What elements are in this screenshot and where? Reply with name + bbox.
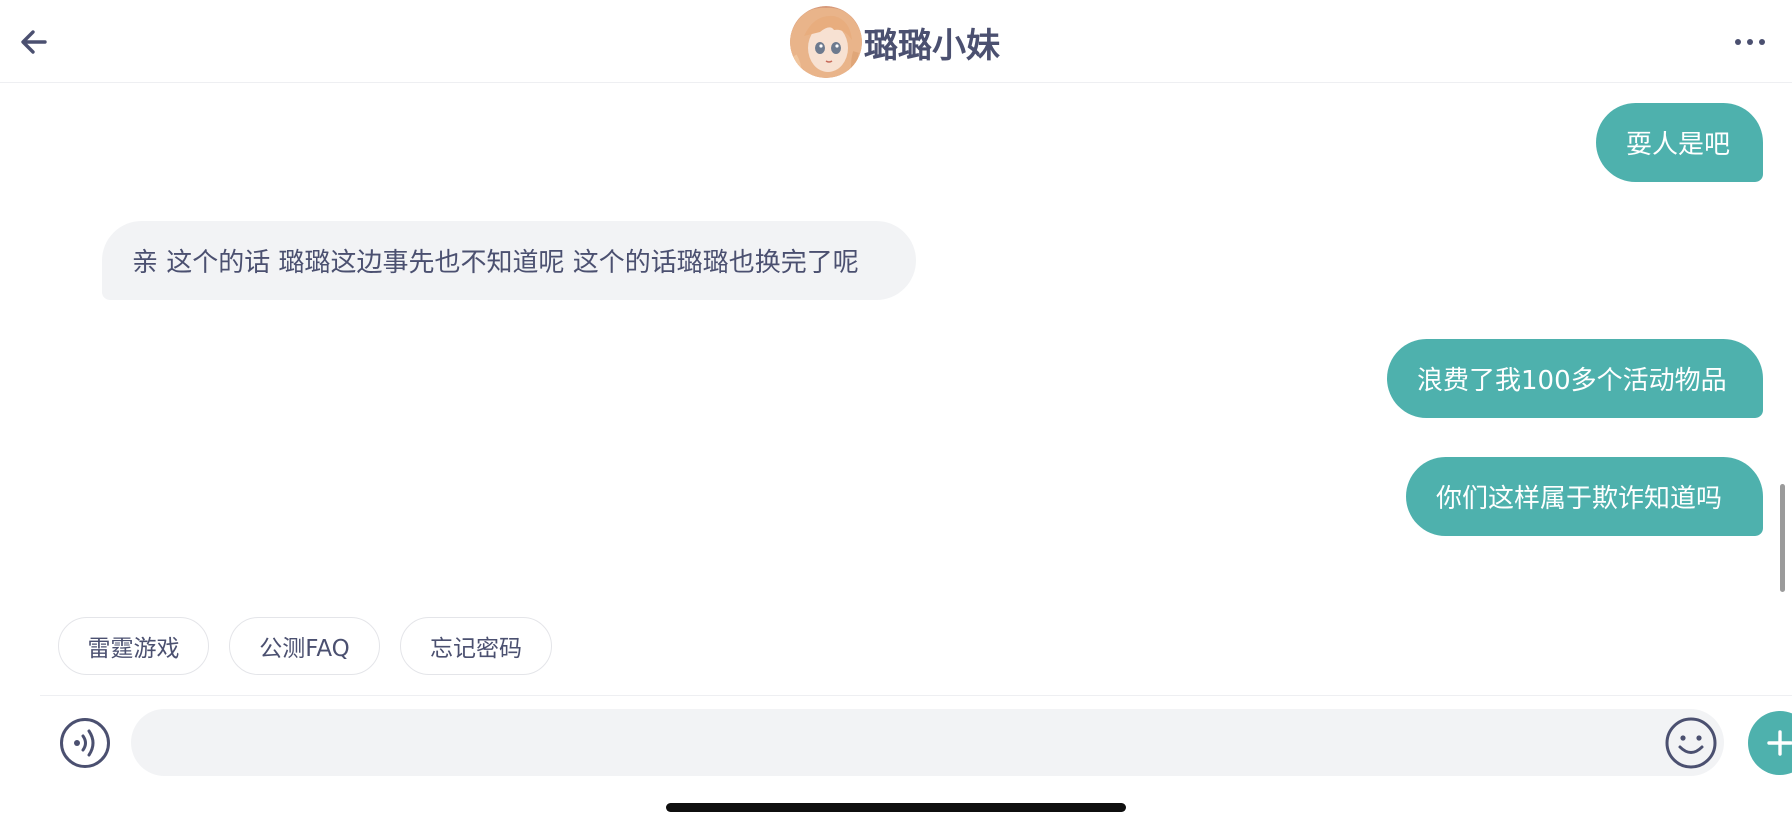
ellipsis-horizontal-icon <box>1735 39 1765 45</box>
incoming-message[interactable]: 亲 这个的话 璐璐这边事先也不知道呢 这个的话璐璐也换完了呢 <box>102 221 916 300</box>
message-text: 耍人是吧 <box>1626 130 1731 160</box>
quick-reply-label: 雷霆游戏 <box>87 636 180 662</box>
scrollbar[interactable] <box>1780 484 1785 592</box>
message-text: 亲 这个的话 璐璐这边事先也不知道呢 这个的话璐璐也换完了呢 <box>132 248 859 278</box>
message-input[interactable] <box>131 709 1724 776</box>
quick-reply-chip[interactable]: 忘记密码 <box>400 617 552 675</box>
attach-button[interactable] <box>1748 711 1792 775</box>
outgoing-message[interactable]: 浪费了我100多个活动物品 <box>1387 339 1763 418</box>
smiley-face-icon <box>1665 717 1717 769</box>
quick-reply-label: 公测FAQ <box>259 636 350 662</box>
chat-header: 璐璐小妹 <box>0 0 1792 83</box>
message-text: 你们这样属于欺诈知道吗 <box>1436 484 1723 514</box>
emoji-button[interactable] <box>1664 716 1718 770</box>
quick-reply-chip[interactable]: 公测FAQ <box>229 617 380 675</box>
quick-reply-chip[interactable]: 雷霆游戏 <box>58 617 209 675</box>
more-options-button[interactable] <box>1728 26 1772 58</box>
avatar[interactable] <box>790 6 862 78</box>
back-button[interactable] <box>14 22 54 62</box>
plus-icon <box>1767 730 1792 756</box>
voice-input-button[interactable] <box>59 717 111 769</box>
chat-title: 璐璐小妹 <box>864 25 1000 66</box>
chat-screen: 璐璐小妹 耍人是吧 亲 这个的话 璐璐这边事先也不知道呢 这个的话璐璐也换完了呢… <box>0 0 1792 828</box>
outgoing-message[interactable]: 耍人是吧 <box>1596 103 1763 182</box>
voice-wave-icon <box>60 718 110 768</box>
home-indicator[interactable] <box>666 803 1126 812</box>
outgoing-message[interactable]: 你们这样属于欺诈知道吗 <box>1406 457 1763 536</box>
composer-divider <box>40 695 1792 696</box>
quick-reply-label: 忘记密码 <box>430 636 522 662</box>
arrow-left-icon <box>21 30 47 54</box>
chat-title-group: 璐璐小妹 <box>790 6 1000 78</box>
message-text: 浪费了我100多个活动物品 <box>1417 366 1727 396</box>
